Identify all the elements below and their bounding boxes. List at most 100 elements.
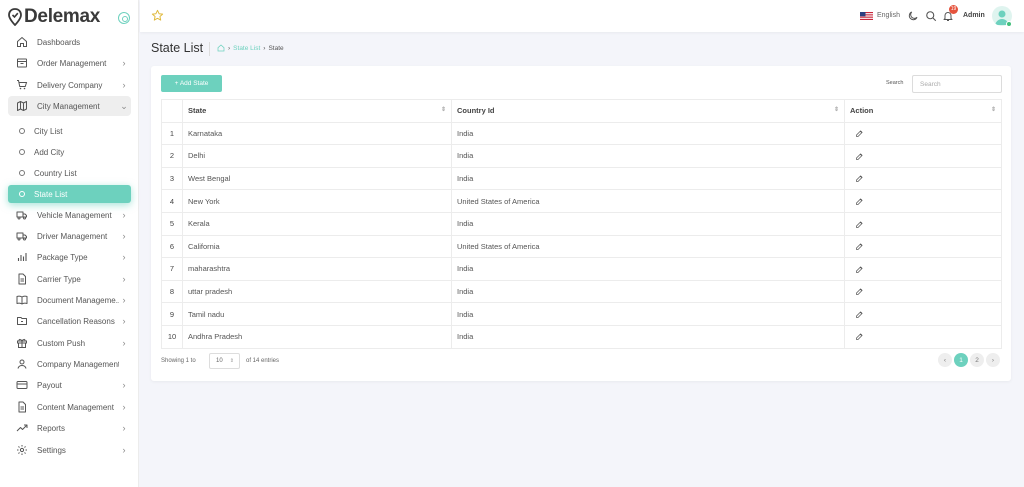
edit-icon[interactable] (855, 332, 864, 341)
sidebar-item-package-type[interactable]: Package Type › (8, 247, 131, 267)
brand-logo[interactable]: Delemax (8, 6, 100, 28)
table-header-action[interactable]: Action ⇕ (844, 99, 1002, 123)
edit-icon[interactable] (855, 287, 864, 296)
row-index: 5 (161, 211, 183, 236)
sidebar-item-city-management[interactable]: City Management ⌄ (8, 96, 131, 116)
sidebar-item-dashboards[interactable]: Dashboards (8, 32, 131, 52)
table-header-state[interactable]: State ⇕ (182, 99, 452, 123)
sidebar-item-settings[interactable]: Settings › (8, 440, 131, 460)
chevron-icon: › (122, 402, 126, 412)
state-name-cell: California (182, 234, 452, 259)
sidebar-subitem-country-list[interactable]: Country List (8, 164, 131, 182)
card-icon (16, 379, 28, 391)
row-index: 7 (161, 257, 183, 281)
sidebar-item-label: Settings (37, 445, 66, 455)
state-list-card: + Add State Search State⇕ Country Id⇕ Ac… (151, 66, 1011, 381)
table-row: 6 California United States of America (161, 234, 1002, 259)
sidebar-collapse-icon[interactable] (118, 12, 130, 24)
action-cell (844, 211, 1002, 236)
sidebar-subitem-state-list[interactable]: State List (8, 185, 131, 203)
sidebar-item-carrier-type[interactable]: Carrier Type › (8, 269, 131, 289)
search-icon[interactable] (925, 10, 937, 22)
country-cell: India (451, 279, 845, 304)
per-page-select[interactable]: 10 ⇕ (209, 353, 240, 369)
circle-bullet-icon (19, 170, 25, 176)
breadcrumb-divider (209, 42, 210, 56)
sidebar-item-label: Payout (37, 380, 62, 390)
search-label: Search (886, 80, 904, 86)
sidebar-item-reports[interactable]: Reports › (8, 418, 131, 438)
country-cell: India (451, 257, 845, 281)
chevron-icon: › (122, 380, 126, 390)
state-name-cell: uttar pradesh (182, 279, 452, 304)
edit-icon[interactable] (855, 242, 864, 251)
add-state-button[interactable]: + Add State (161, 75, 222, 92)
edit-icon[interactable] (855, 174, 864, 183)
user-name[interactable]: Admin (963, 12, 985, 19)
chevron-icon: ⌄ (120, 100, 128, 111)
sidebar-item-label: Driver Management (37, 231, 108, 241)
row-index: 3 (161, 166, 183, 191)
cart-icon (16, 79, 28, 91)
brand-name: Delemax (24, 6, 101, 27)
sidebar-item-content-management[interactable]: Content Management › (8, 397, 131, 417)
moon-icon[interactable] (907, 10, 919, 22)
sidebar-item-label: Vehicle Management (37, 210, 112, 220)
sort-icon[interactable]: ⇕ (834, 106, 839, 113)
chevron-icon: › (122, 58, 126, 68)
sidebar-item-company-management[interactable]: Company Management (8, 354, 131, 374)
row-index: 4 (161, 189, 183, 213)
row-index: 6 (161, 234, 183, 259)
edit-icon[interactable] (855, 310, 864, 319)
table-header-country[interactable]: Country Id ⇕ (451, 99, 845, 123)
sidebar-item-vehicle-management[interactable]: Vehicle Management › (8, 205, 131, 225)
edit-icon[interactable] (855, 129, 864, 138)
sidebar-item-label: Order Management (37, 58, 107, 68)
chevron-icon: › (122, 80, 126, 90)
page-button-2[interactable]: 2 (970, 353, 984, 367)
sidebar-subitem-add-city[interactable]: Add City (8, 143, 131, 161)
sidebar-item-document-manageme[interactable]: Document Manageme... › (8, 290, 131, 310)
sidebar-item-cancellation-reasons[interactable]: Cancellation Reasons › (8, 311, 131, 331)
home-icon (16, 36, 28, 48)
state-name-cell: Delhi (182, 144, 452, 168)
breadcrumb-state-list[interactable]: State List (233, 45, 260, 52)
sidebar-item-order-management[interactable]: Order Management › (8, 53, 131, 73)
chevron-icon: › (122, 231, 126, 241)
state-name-cell: West Bengal (182, 166, 452, 191)
page-button-1[interactable]: 1 (954, 353, 968, 367)
sort-icon[interactable]: ⇕ (441, 106, 446, 113)
sidebar-item-label: Package Type (37, 252, 88, 262)
select-arrows-icon: ⇕ (229, 358, 234, 364)
sidebar-subitem-city-list[interactable]: City List (8, 122, 131, 140)
breadcrumb-separator: › (228, 44, 231, 52)
prev-page-button[interactable]: ‹ (938, 353, 952, 367)
book-icon (16, 294, 28, 306)
action-cell (844, 144, 1002, 168)
table-row: 4 New York United States of America (161, 189, 1002, 213)
online-status-dot (1006, 21, 1012, 27)
edit-icon[interactable] (855, 265, 864, 274)
sort-icon[interactable]: ⇕ (991, 106, 996, 113)
table-row: 7 maharashtra India (161, 257, 1002, 281)
us-flag-icon[interactable] (860, 12, 873, 20)
table-row: 10 Andhra Pradesh India (161, 324, 1002, 349)
table-row: 3 West Bengal India (161, 166, 1002, 191)
table-row: 5 Kerala India (161, 211, 1002, 236)
search-input[interactable] (912, 75, 1002, 93)
country-cell: United States of America (451, 189, 845, 213)
edit-icon[interactable] (855, 197, 864, 206)
sidebar-item-label: Company Management (37, 359, 119, 369)
sidebar-item-payout[interactable]: Payout › (8, 375, 131, 395)
next-page-button[interactable]: › (986, 353, 1000, 367)
language-selector[interactable]: English (877, 12, 900, 19)
sidebar-item-delivery-company[interactable]: Delivery Company › (8, 75, 131, 95)
action-cell (844, 279, 1002, 304)
edit-icon[interactable] (855, 220, 864, 229)
star-icon[interactable] (151, 9, 164, 22)
sidebar-item-driver-management[interactable]: Driver Management › (8, 226, 131, 246)
home-icon[interactable] (217, 44, 225, 52)
sidebar-item-custom-push[interactable]: Custom Push › (8, 333, 131, 353)
edit-icon[interactable] (855, 152, 864, 161)
chevron-icon: › (122, 210, 126, 220)
